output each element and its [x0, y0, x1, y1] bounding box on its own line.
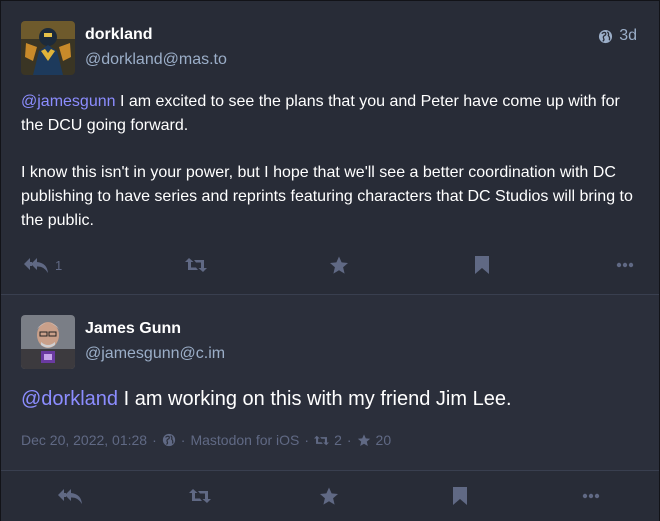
more-button[interactable]: [582, 481, 600, 511]
dorkland-avatar-image: [21, 21, 75, 75]
retweet-icon: [314, 435, 330, 445]
account-handle[interactable]: @jamesgunn@c.im: [85, 345, 225, 363]
status-date[interactable]: Dec 20, 2022, 01:28: [21, 432, 147, 448]
bookmark-button[interactable]: [474, 250, 490, 280]
bookmark-icon: [453, 487, 467, 505]
bookmark-button[interactable]: [452, 481, 468, 511]
status-content-detailed: @dorkland I am working on this with my f…: [21, 385, 512, 413]
reply-button[interactable]: 1: [23, 250, 62, 280]
detailed-action-bar: [1, 470, 659, 521]
relative-time[interactable]: 3d: [598, 27, 637, 45]
globe-icon: [599, 29, 613, 43]
display-name[interactable]: James Gunn: [85, 320, 181, 338]
retweet-icon: [185, 258, 207, 272]
paragraph-2: I know this isn't in your power, but I h…: [21, 164, 633, 229]
star-icon: [320, 487, 338, 505]
status-content-text: I am working on this with my friend Jim …: [118, 388, 512, 410]
status-meta-line: Dec 20, 2022, 01:28 · · Mastodon for iOS…: [21, 432, 391, 448]
display-name[interactable]: dorkland: [85, 26, 153, 44]
retweet-icon: [189, 489, 211, 503]
ellipsis-icon: [616, 262, 634, 268]
favourite-button[interactable]: [319, 481, 339, 511]
mention-link[interactable]: @jamesgunn: [21, 93, 116, 110]
reply-button[interactable]: [57, 481, 83, 511]
reply-all-icon: [58, 489, 82, 504]
favourite-count[interactable]: 20: [376, 432, 392, 448]
account-handle[interactable]: @dorkland@mas.to: [85, 51, 227, 69]
reply-all-icon: [24, 258, 48, 273]
meta-separator: ·: [152, 432, 157, 448]
action-bar: 1: [1, 250, 659, 280]
reply-count: 1: [55, 257, 63, 273]
meta-separator: ·: [180, 432, 186, 448]
more-button[interactable]: [616, 250, 634, 280]
avatar[interactable]: [21, 315, 75, 369]
meta-separator: ·: [304, 432, 310, 448]
jamesgunn-avatar-image: [21, 315, 75, 369]
ellipsis-icon: [582, 493, 600, 499]
boost-count[interactable]: 2: [334, 432, 342, 448]
paragraph-1: @jamesgunn I am excited to see the plans…: [21, 90, 641, 138]
favourite-button[interactable]: [329, 250, 349, 280]
boost-button[interactable]: [189, 481, 211, 511]
avatar[interactable]: [21, 21, 75, 75]
relative-time-text: 3d: [619, 27, 637, 44]
globe-icon: [162, 433, 175, 447]
meta-separator: ·: [346, 432, 352, 448]
star-icon: [330, 256, 348, 274]
status-content: @jamesgunn I am excited to see the plans…: [21, 90, 641, 233]
star-icon: [357, 433, 370, 446]
status-dorkland[interactable]: dorkland @dorkland@mas.to 3d @jamesgunn …: [1, 1, 659, 295]
timeline-frame: dorkland @dorkland@mas.to 3d @jamesgunn …: [0, 0, 660, 521]
mention-link[interactable]: @dorkland: [21, 388, 118, 410]
bookmark-icon: [475, 256, 489, 274]
boost-button[interactable]: [185, 250, 207, 280]
application-link[interactable]: Mastodon for iOS: [190, 432, 299, 448]
